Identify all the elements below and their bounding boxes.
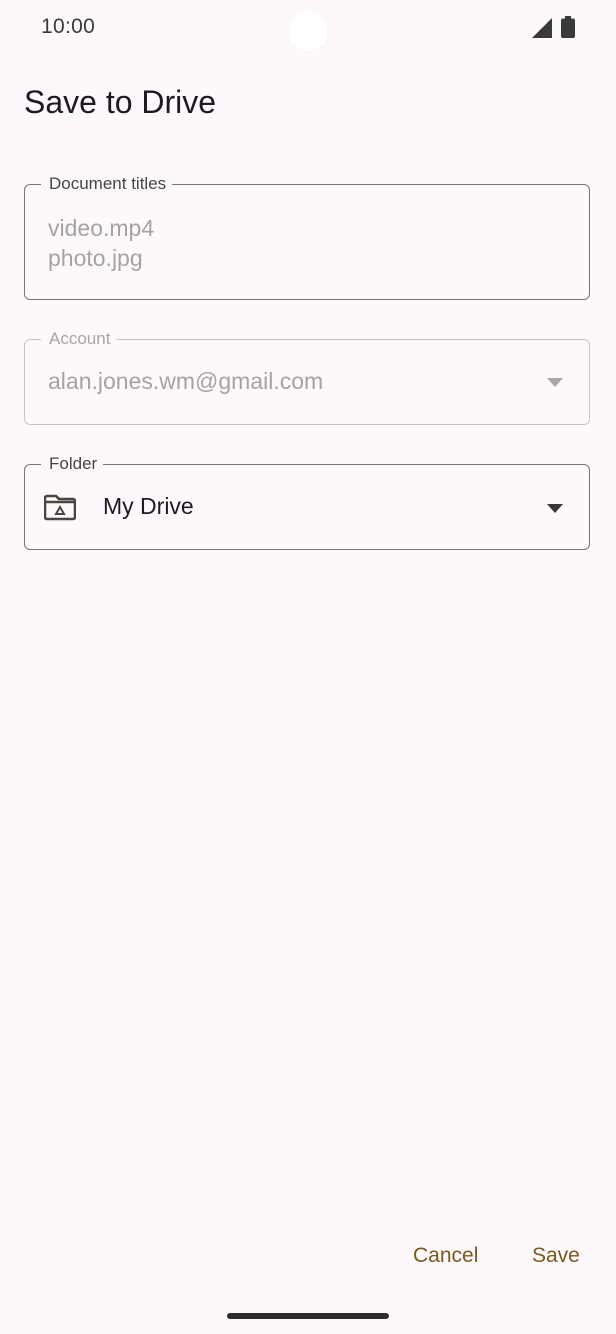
document-titles-field[interactable]: Document titles video.mp4 photo.jpg xyxy=(24,174,590,300)
document-title-item: photo.jpg xyxy=(48,245,143,271)
navigation-handle[interactable] xyxy=(227,1313,389,1319)
page-title: Save to Drive xyxy=(24,84,217,120)
status-bar: 10:00 xyxy=(0,0,616,56)
folder-value: My Drive xyxy=(103,493,194,519)
folder-label: Folder xyxy=(41,454,104,474)
account-value: alan.jones.wm@gmail.com xyxy=(48,368,324,394)
status-time: 10:00 xyxy=(41,15,96,38)
cancel-button[interactable]: Cancel xyxy=(413,1244,478,1268)
save-button[interactable]: Save xyxy=(532,1244,580,1268)
document-title-item: video.mp4 xyxy=(48,215,155,241)
account-select[interactable]: Account alan.jones.wm@gmail.com xyxy=(24,329,590,425)
drive-folder-icon xyxy=(44,494,76,521)
folder-select[interactable]: Folder My Drive xyxy=(24,454,590,550)
account-label: Account xyxy=(41,329,117,349)
signal-icon xyxy=(532,18,552,38)
document-titles-label: Document titles xyxy=(41,174,173,194)
battery-icon xyxy=(561,16,575,38)
camera-cutout xyxy=(289,12,327,50)
chevron-down-icon xyxy=(547,504,563,513)
chevron-down-icon xyxy=(547,378,563,387)
document-titles-list: video.mp4 photo.jpg xyxy=(48,213,154,273)
